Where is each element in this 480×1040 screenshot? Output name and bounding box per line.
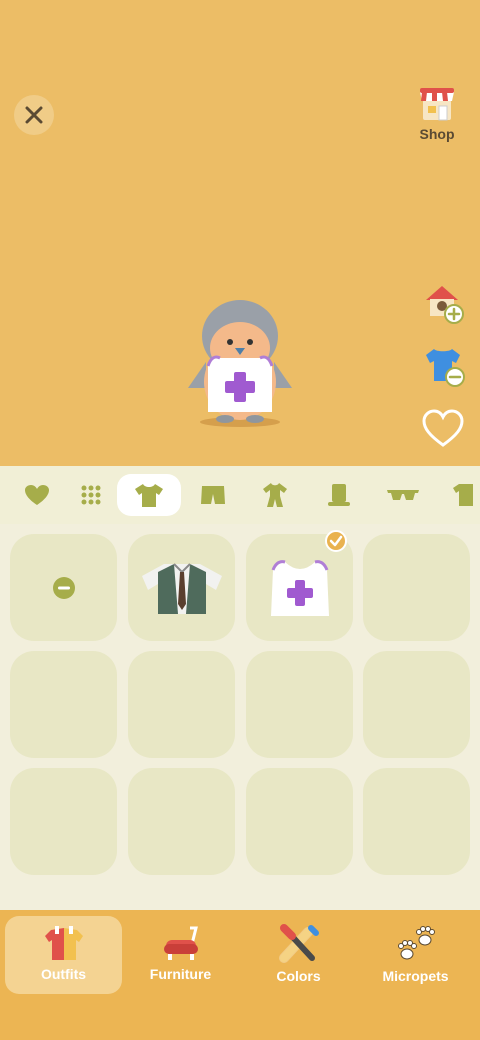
favorite-button[interactable] <box>420 406 466 452</box>
outfit-empty-slot <box>128 768 235 875</box>
coat-icon <box>453 484 473 506</box>
close-button[interactable] <box>14 95 54 135</box>
hat-icon <box>328 484 350 506</box>
bottom-tab-bar: Outfits Furniture Colors Micropets <box>0 910 480 1040</box>
shop-icon <box>420 88 454 121</box>
remove-outfit-button[interactable] <box>420 343 466 389</box>
category-all[interactable] <box>70 474 112 516</box>
category-glasses[interactable] <box>382 474 424 516</box>
close-icon <box>25 106 43 124</box>
outfits-icon <box>44 926 83 960</box>
paw-prints-icon <box>397 926 435 960</box>
heart-icon <box>422 409 464 447</box>
shop-button[interactable]: Shop <box>412 84 462 148</box>
category-hats[interactable] <box>318 474 360 516</box>
onesie-icon <box>263 483 287 507</box>
tab-furniture-label: Furniture <box>149 966 212 982</box>
penguin-avatar <box>188 300 292 427</box>
shirt-remove-icon <box>426 349 465 387</box>
tab-colors-label: Colors <box>276 968 321 984</box>
tab-colors[interactable]: Colors <box>240 916 357 994</box>
shorts-icon <box>201 486 225 504</box>
remove-icon <box>52 576 75 599</box>
category-onesies[interactable] <box>254 474 296 516</box>
shop-label: Shop <box>419 126 455 142</box>
outfit-none-item[interactable] <box>10 534 117 641</box>
shirt-icon <box>135 484 163 507</box>
outfit-empty-slot <box>246 768 353 875</box>
outfit-empty-slot <box>10 651 117 758</box>
outfit-grid <box>0 524 480 910</box>
category-favorites[interactable] <box>16 474 58 516</box>
glasses-icon <box>387 490 419 500</box>
outfit-tank-top-item[interactable] <box>246 530 353 641</box>
outfit-vest-tie-item[interactable] <box>128 534 235 641</box>
home-add-icon <box>426 286 464 324</box>
add-home-button[interactable] <box>420 280 466 326</box>
category-bar <box>0 466 480 524</box>
furniture-icon <box>163 926 198 960</box>
vest-shirt-tie-icon <box>141 562 222 614</box>
category-tops[interactable] <box>117 474 181 516</box>
tank-top-cross-icon <box>270 559 329 616</box>
heart-icon <box>25 485 49 505</box>
selected-check-icon <box>325 530 347 552</box>
outfit-empty-slot <box>363 768 470 875</box>
tab-outfits[interactable]: Outfits <box>5 916 122 994</box>
colors-icon <box>278 924 319 963</box>
category-bottoms[interactable] <box>192 474 234 516</box>
outfit-empty-slot <box>10 768 117 875</box>
outfit-empty-slot <box>246 651 353 758</box>
tab-micropets[interactable]: Micropets <box>357 916 474 994</box>
tab-micropets-label: Micropets <box>382 968 449 984</box>
tab-furniture[interactable]: Furniture <box>122 916 239 994</box>
category-more[interactable] <box>446 474 480 516</box>
tab-outfits-label: Outfits <box>40 966 87 982</box>
outfit-empty-slot <box>128 651 235 758</box>
outfit-empty-slot <box>363 651 470 758</box>
avatar-stage: Shop <box>0 0 480 466</box>
grid-icon <box>81 485 101 505</box>
outfit-empty-slot <box>363 534 470 641</box>
